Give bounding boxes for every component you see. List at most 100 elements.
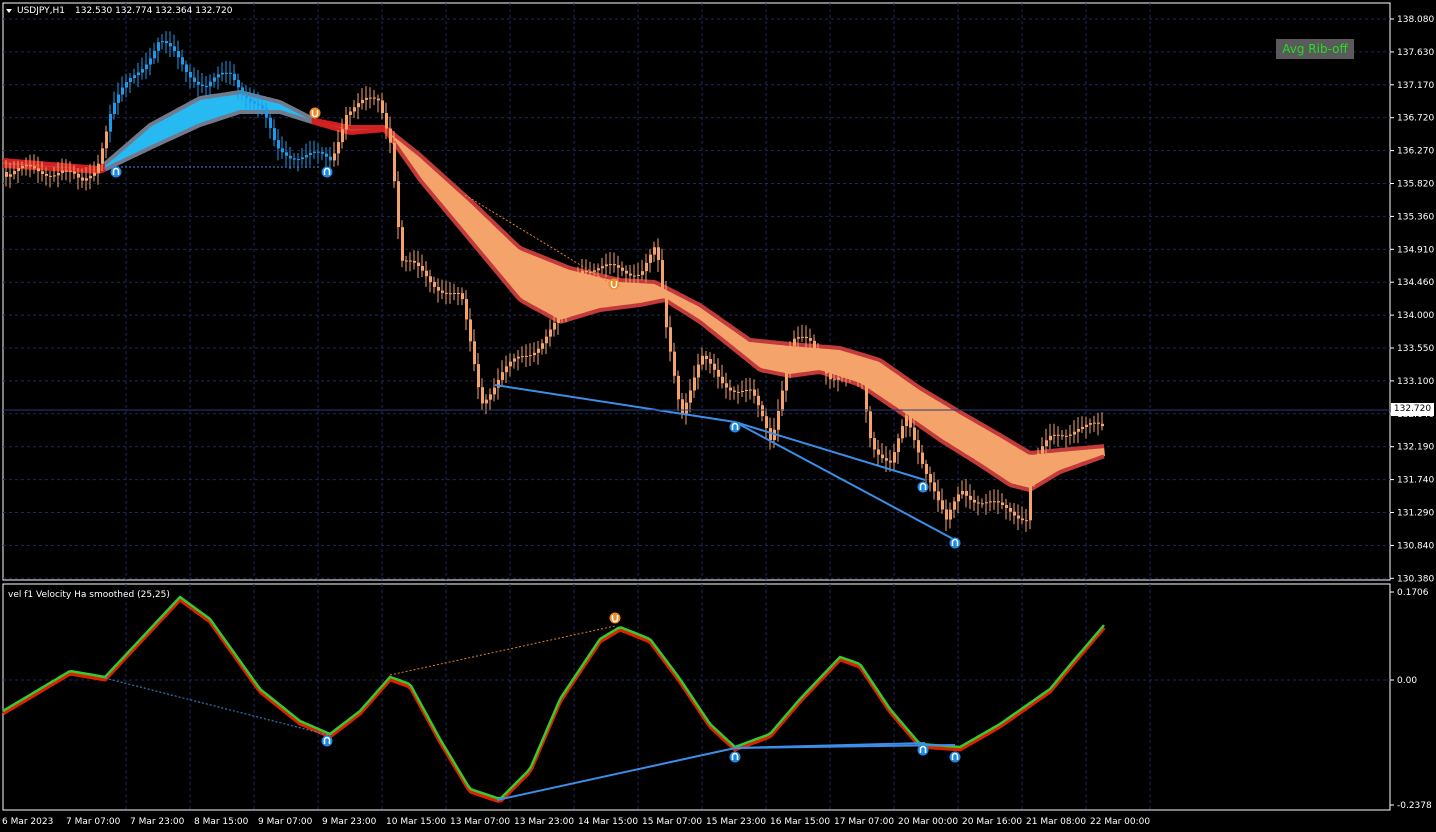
candle-body	[325, 153, 328, 157]
candle-body	[413, 260, 416, 263]
divergence-up-arrow-icon	[321, 166, 333, 178]
candle-body	[913, 427, 916, 441]
candle-body	[409, 260, 412, 262]
candle-body	[925, 463, 928, 474]
candle-body	[41, 171, 44, 175]
divergence-up-arrow-icon	[917, 481, 929, 493]
candle-body	[521, 356, 524, 358]
candle-body	[985, 502, 988, 504]
candle-body	[277, 140, 280, 149]
candle-body	[969, 495, 972, 500]
candle-body	[537, 348, 540, 353]
candle-body	[425, 270, 428, 277]
candle-body	[381, 100, 384, 114]
avg-rib-off-button[interactable]: Avg Rib-off	[1276, 39, 1354, 59]
candle-body	[613, 264, 616, 266]
ribbon-edge-upper	[388, 129, 1105, 455]
candle-body	[465, 299, 468, 320]
time-label: 7 Mar 23:00	[130, 817, 185, 827]
main-chart-frame	[2, 2, 1391, 581]
candle-body	[449, 293, 452, 295]
candle-body	[213, 77, 216, 82]
candle-body	[321, 151, 324, 154]
candle-body	[669, 327, 672, 352]
candle-body	[13, 171, 16, 175]
divergence-down-arrow-icon	[608, 278, 620, 290]
candle-body	[21, 165, 24, 169]
candle-body	[609, 264, 612, 266]
candle-body	[753, 389, 756, 396]
chart-canvas[interactable]: 138.080 137.630 137.170 136.720 136.270 135.8…	[0, 0, 1436, 832]
candle-body	[225, 72, 228, 74]
candle-body	[557, 317, 560, 323]
candle-body	[705, 355, 708, 360]
velocity-line-green	[2, 595, 1105, 800]
candle-body	[629, 273, 632, 276]
time-label: 13 Mar 07:00	[450, 817, 510, 827]
candle-body	[833, 379, 836, 381]
candle-body	[961, 490, 964, 495]
candle-body	[649, 254, 652, 263]
candle-body	[737, 391, 740, 393]
candle-body	[797, 337, 800, 339]
candle-body	[517, 356, 520, 359]
candle-body	[1069, 434, 1072, 436]
candle-body	[97, 163, 100, 173]
candle-body	[301, 157, 304, 160]
candle-body	[849, 372, 852, 374]
candle-body	[953, 501, 956, 510]
candle-body	[825, 365, 828, 374]
candle-body	[1045, 440, 1048, 447]
price-label: 134.910	[1397, 245, 1434, 255]
candle-body	[625, 270, 628, 274]
candle-body	[49, 175, 52, 177]
candle-body	[597, 268, 600, 271]
candle-body	[877, 449, 880, 455]
divergence-up-arrow-icon	[949, 537, 961, 549]
candle-body	[693, 377, 696, 391]
candle-body	[1097, 422, 1100, 424]
candle-body	[1085, 424, 1088, 427]
candle-body	[1041, 446, 1044, 454]
candle-body	[761, 405, 764, 417]
candle-body	[933, 482, 936, 492]
candle-body	[393, 142, 396, 182]
candle-body	[133, 75, 136, 79]
candle-body	[53, 175, 56, 177]
velocity-indicator	[1, 595, 1106, 803]
candle-body	[101, 148, 104, 164]
time-label: 8 Mar 15:00	[194, 817, 249, 827]
price-label: 134.000	[1397, 311, 1434, 321]
candle-body	[273, 128, 276, 141]
candle-body	[5, 172, 8, 177]
price-label: 133.550	[1397, 344, 1434, 354]
candle-body	[545, 336, 548, 344]
candle-body	[205, 86, 208, 88]
grid	[3, 3, 1390, 810]
candle-body	[733, 390, 736, 392]
divergence-down-arrow-icon	[309, 107, 321, 119]
candle-body	[981, 503, 984, 505]
candle-body	[765, 416, 768, 429]
candle-body	[173, 46, 176, 52]
dropdown-triangle-icon[interactable]	[6, 9, 12, 13]
candle-body	[157, 42, 160, 51]
candle-body	[125, 82, 128, 88]
candle-body	[1073, 431, 1076, 435]
candle-body	[1029, 478, 1032, 521]
candle-body	[665, 292, 668, 328]
candle-body	[293, 158, 296, 160]
candle-body	[549, 329, 552, 337]
indicator-title: vel f1 Velocity Ha smoothed (25,25)	[8, 590, 170, 600]
candle-body	[817, 348, 820, 358]
candle-body	[829, 373, 832, 380]
candle-body	[865, 384, 868, 412]
candle-body	[77, 173, 80, 178]
time-label: 22 Mar 00:00	[1090, 817, 1150, 827]
candle-body	[725, 383, 728, 388]
candle-body	[349, 111, 352, 115]
candle-body	[233, 73, 236, 81]
candle-body	[485, 399, 488, 404]
candle-body	[937, 491, 940, 501]
candle-body	[713, 363, 716, 370]
